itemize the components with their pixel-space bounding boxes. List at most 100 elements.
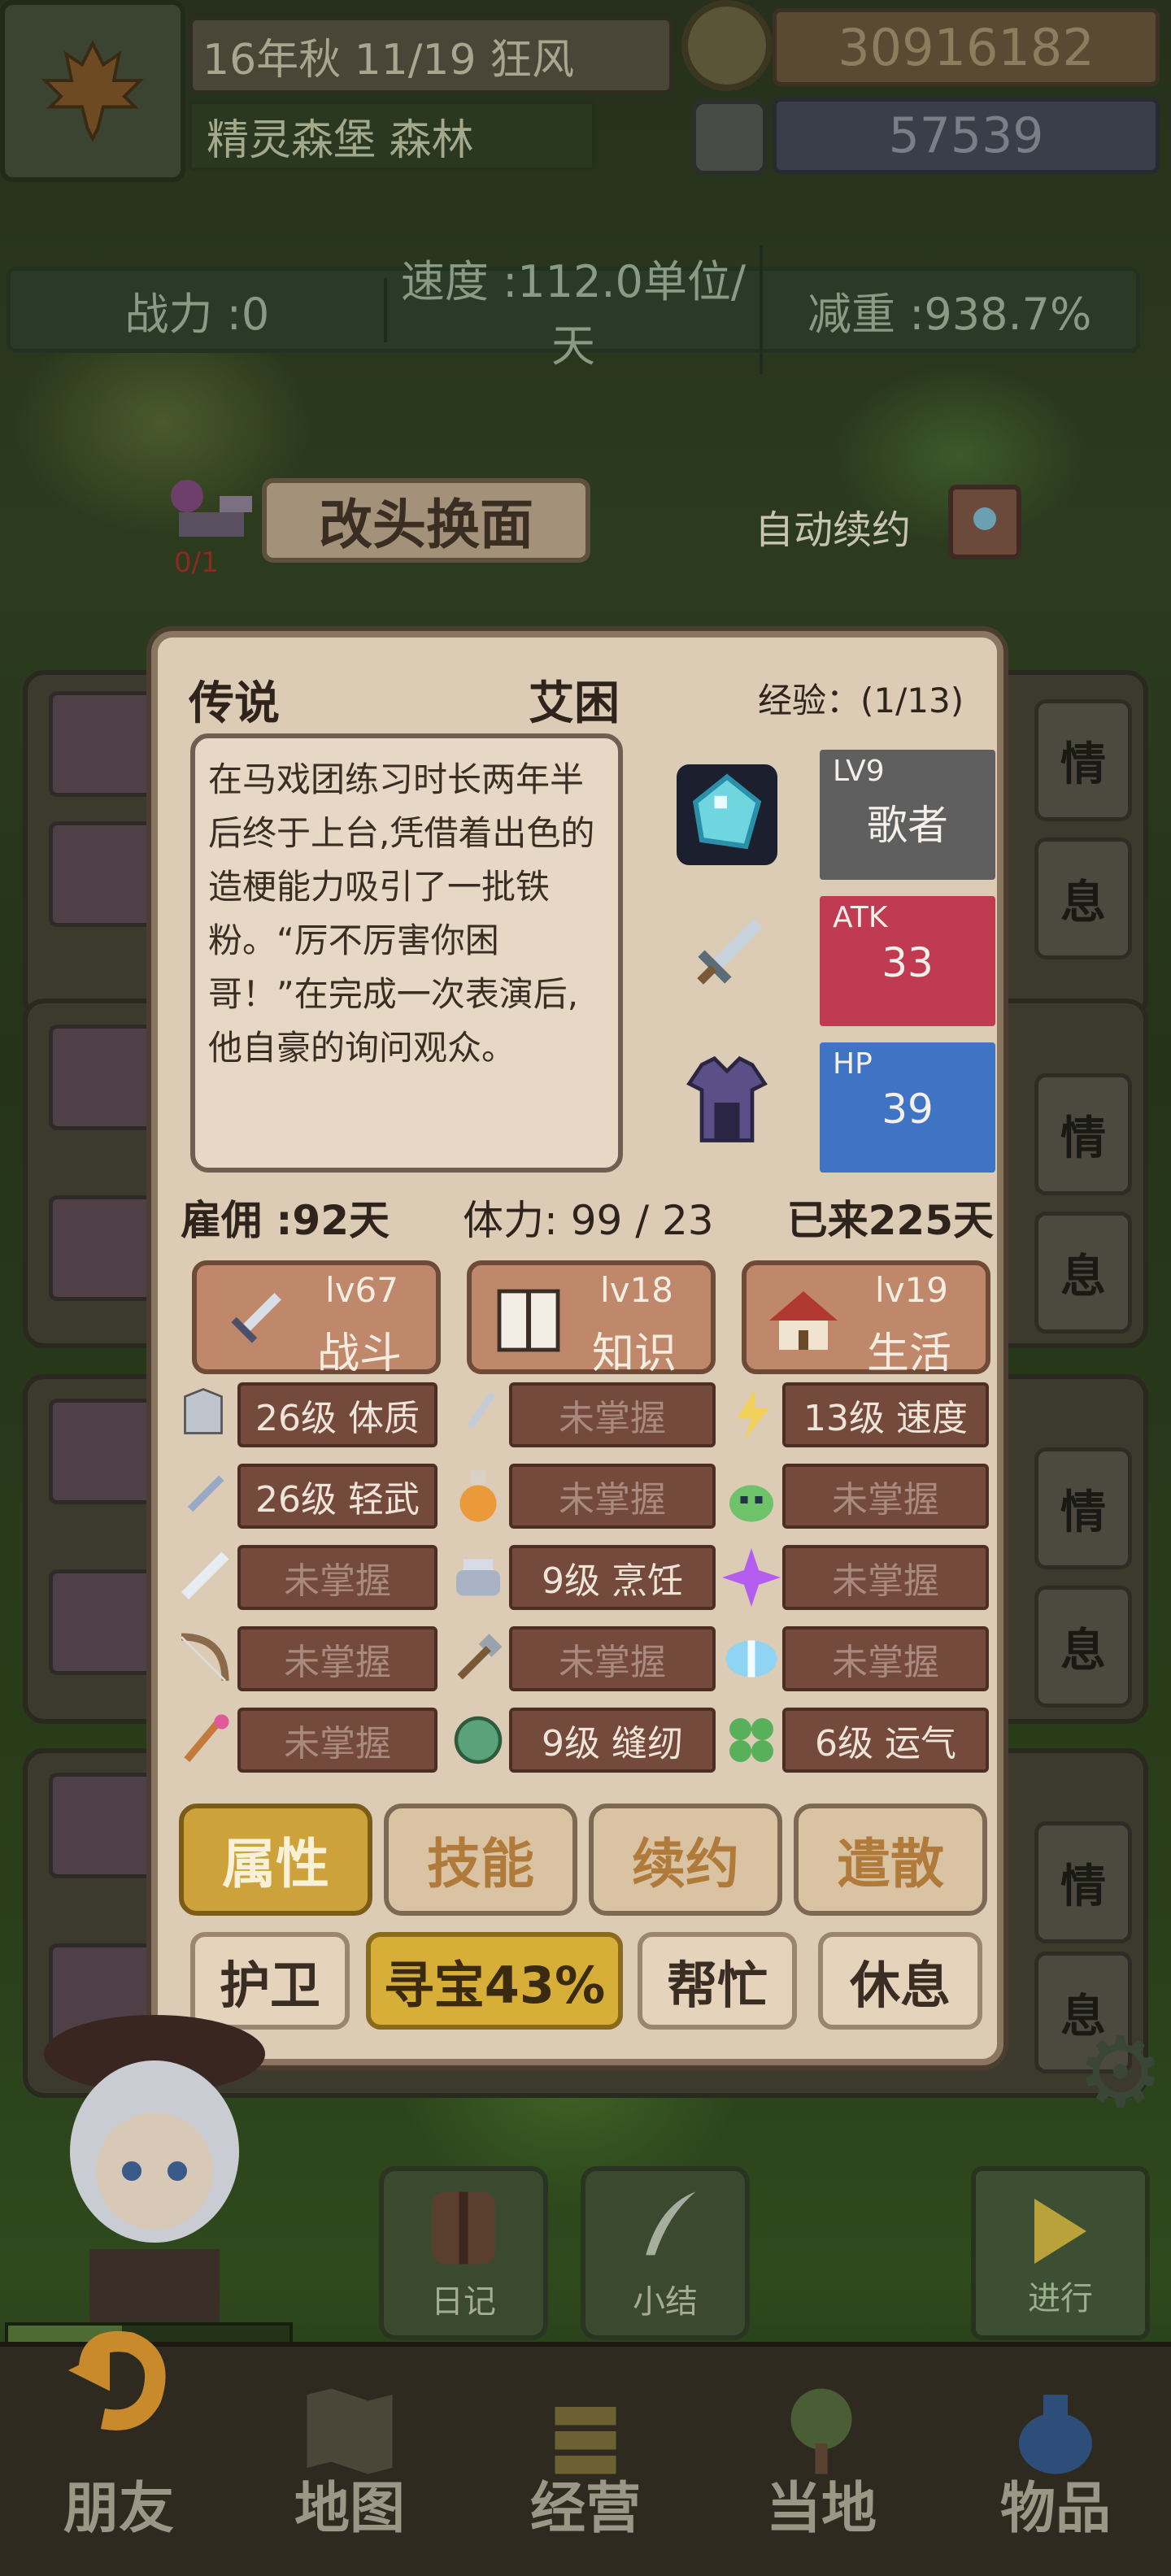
tab-attributes[interactable]: 属性 bbox=[179, 1804, 372, 1916]
skill-locked[interactable]: 未掌握 bbox=[237, 1626, 437, 1691]
nav-map[interactable]: 地图 bbox=[244, 2358, 455, 2576]
skill-cooking[interactable]: 9级 烹饪 bbox=[509, 1545, 716, 1610]
skill-locked[interactable]: 未掌握 bbox=[782, 1464, 989, 1529]
detail-tab[interactable]: 情 bbox=[1034, 1073, 1132, 1195]
diary-label: 日记 bbox=[431, 2283, 496, 2321]
job-name: 歌者 bbox=[867, 802, 948, 849]
slime-icon bbox=[719, 1464, 784, 1529]
character-info-row: 雇佣 :92天 体力: 99 / 23 已来225天 bbox=[181, 1189, 994, 1246]
settings-gear-icon[interactable]: ⚙ bbox=[1077, 2017, 1164, 2130]
stamina: 体力: 99 / 23 bbox=[462, 1197, 714, 1244]
player-avatar[interactable] bbox=[24, 2008, 285, 2334]
hp-box: HP 39 bbox=[820, 1042, 995, 1173]
category-name: 战斗 bbox=[316, 1329, 402, 1378]
rest-tab[interactable]: 息 bbox=[1034, 1586, 1132, 1708]
avatar bbox=[49, 1773, 155, 1878]
hp-value: 39 bbox=[882, 1086, 934, 1133]
skill-locked[interactable]: 未掌握 bbox=[782, 1545, 989, 1610]
skill-locked[interactable]: 未掌握 bbox=[237, 1545, 437, 1610]
treasure-hunt-button[interactable]: 寻宝43% bbox=[366, 1932, 623, 2030]
sword-icon bbox=[231, 1293, 281, 1343]
avatar bbox=[49, 1025, 155, 1130]
tab-skills[interactable]: 技能 bbox=[384, 1804, 577, 1916]
hp-label: HP bbox=[833, 1047, 873, 1081]
yarn-icon bbox=[446, 1708, 511, 1773]
auto-renew-label: 自动续约 bbox=[755, 507, 912, 553]
tab-renew-contract[interactable]: 续约 bbox=[589, 1804, 782, 1916]
blade-icon bbox=[171, 1545, 236, 1610]
avatar bbox=[49, 691, 155, 797]
skill-luck[interactable]: 6级 运气 bbox=[782, 1708, 989, 1773]
crystal-accessory-icon[interactable] bbox=[675, 763, 779, 867]
play-icon bbox=[1034, 2199, 1086, 2264]
change-appearance-button[interactable]: 改头换面 bbox=[262, 478, 590, 563]
detail-tab[interactable]: 情 bbox=[1034, 1447, 1132, 1569]
hire-days: 雇佣 :92天 bbox=[181, 1197, 390, 1244]
skill-speed[interactable]: 13级 速度 bbox=[782, 1382, 989, 1447]
bow-icon bbox=[171, 1626, 236, 1691]
nav-friends[interactable]: 朋友 bbox=[13, 2358, 224, 2576]
category-level: lv67 bbox=[325, 1270, 398, 1310]
rest-button[interactable]: 休息 bbox=[818, 1932, 982, 2030]
gem-icon bbox=[973, 507, 996, 530]
skill-locked[interactable]: 未掌握 bbox=[509, 1464, 716, 1529]
days-stayed: 已来225天 bbox=[786, 1197, 994, 1244]
potion-icon bbox=[446, 1464, 511, 1529]
skill-light-weapons[interactable]: 26级 轻武 bbox=[237, 1464, 437, 1529]
summary-button[interactable]: 小结 bbox=[581, 2166, 750, 2340]
armor-equipment-icon[interactable] bbox=[675, 1051, 779, 1155]
nav-items[interactable]: 物品 bbox=[950, 2358, 1161, 2576]
category-name: 知识 bbox=[591, 1329, 677, 1378]
skill-locked[interactable]: 未掌握 bbox=[237, 1708, 437, 1773]
quill-icon bbox=[646, 2191, 696, 2256]
date-weather-label: 16年秋 11/19 狂风 bbox=[189, 16, 673, 94]
speed-stat: 速度 :112.0单位/天 bbox=[387, 246, 764, 374]
power-stat: 战力 :0 bbox=[11, 277, 387, 342]
nav-label: 地图 bbox=[294, 2477, 405, 2541]
skill-locked[interactable]: 未掌握 bbox=[509, 1382, 716, 1447]
category-level: lv19 bbox=[875, 1270, 948, 1310]
category-combat[interactable]: lv67 战斗 bbox=[192, 1260, 441, 1378]
rarity-label: 传说 bbox=[189, 677, 280, 730]
magic-wand-icon bbox=[171, 1708, 236, 1773]
hammer-icon bbox=[446, 1626, 511, 1691]
avatar bbox=[49, 821, 155, 927]
nav-label: 物品 bbox=[999, 2477, 1111, 2541]
skill-constitution[interactable]: 26级 体质 bbox=[237, 1382, 437, 1447]
detail-tab[interactable]: 情 bbox=[1034, 1821, 1132, 1943]
detail-tab[interactable]: 情 bbox=[1034, 699, 1132, 821]
skill-locked[interactable]: 未掌握 bbox=[509, 1626, 716, 1691]
sword-weapon-icon[interactable] bbox=[675, 903, 779, 1007]
category-life[interactable]: lv19 生活 bbox=[742, 1260, 990, 1378]
coin-counter: 30916182 bbox=[773, 8, 1160, 86]
skill-sewing[interactable]: 9级 缝纫 bbox=[509, 1708, 716, 1773]
proceed-button[interactable]: 进行 bbox=[971, 2166, 1150, 2340]
armor-icon bbox=[171, 1382, 236, 1447]
location-label: 精灵森堡 森林 bbox=[189, 101, 595, 171]
tab-dismiss[interactable]: 遣散 bbox=[794, 1804, 987, 1916]
auto-renew-toggle[interactable] bbox=[948, 485, 1021, 559]
atk-label: ATK bbox=[833, 901, 888, 934]
help-button[interactable]: 帮忙 bbox=[638, 1932, 797, 2030]
dagger-icon bbox=[446, 1382, 511, 1447]
season-leaf-icon[interactable] bbox=[0, 0, 185, 182]
nav-label: 当地 bbox=[765, 2477, 877, 2541]
weight-stat: 减重 :938.7% bbox=[808, 288, 1092, 340]
category-knowledge[interactable]: lv18 知识 bbox=[467, 1260, 716, 1378]
job-box: LV9 歌者 bbox=[820, 750, 995, 880]
gem-counter: 57539 bbox=[773, 98, 1160, 174]
nav-local[interactable]: 当地 bbox=[716, 2358, 927, 2576]
avatar bbox=[49, 1195, 155, 1301]
crystal-icon bbox=[719, 1626, 784, 1691]
book-icon bbox=[497, 1289, 560, 1352]
rest-tab[interactable]: 息 bbox=[1034, 838, 1132, 959]
job-level: LV9 bbox=[833, 755, 885, 788]
diary-button[interactable]: 日记 bbox=[379, 2166, 548, 2340]
rest-tab[interactable]: 息 bbox=[1034, 1212, 1132, 1334]
nav-business[interactable]: 经营 bbox=[480, 2358, 691, 2576]
maple-leaf-icon bbox=[41, 40, 145, 142]
lamp-counter: 0/1 bbox=[174, 546, 219, 579]
light-sword-icon bbox=[171, 1464, 236, 1529]
skill-locked[interactable]: 未掌握 bbox=[782, 1626, 989, 1691]
nav-label: 朋友 bbox=[63, 2477, 174, 2541]
